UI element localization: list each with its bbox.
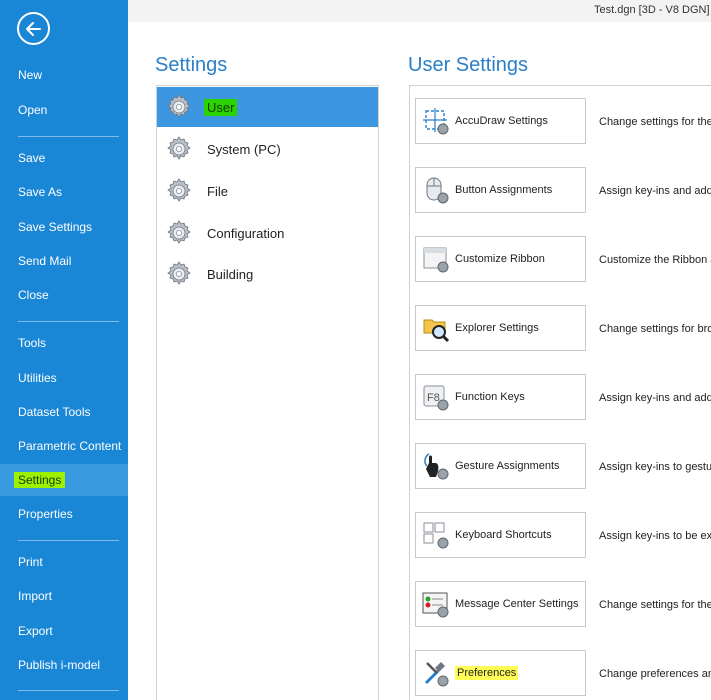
backstage-nav: New Open Save Save As Save Settings Send… bbox=[0, 0, 128, 700]
nav-item-open[interactable]: Open bbox=[0, 94, 128, 126]
nav-item-dataset-tools[interactable]: Dataset Tools bbox=[0, 396, 128, 428]
nav-item-properties[interactable]: Properties bbox=[0, 498, 128, 530]
title-bar: Test.dgn [3D - V8 DGN] - bbox=[128, 0, 711, 22]
gear-icon bbox=[165, 135, 193, 163]
accudraw-settings-description: Change settings for the bbox=[599, 116, 711, 128]
user-settings-heading: User Settings bbox=[408, 54, 529, 76]
explorer-settings-button[interactable]: Explorer Settings bbox=[415, 305, 586, 351]
gesture-assignments-button[interactable]: Gesture Assignments bbox=[415, 443, 586, 489]
message-center-settings-button[interactable]: Message Center Settings bbox=[415, 581, 586, 627]
customize-ribbon-description: Customize the Ribbon a bbox=[599, 254, 711, 266]
nav-item-export[interactable]: Export bbox=[0, 615, 128, 647]
nav-item-publish-i-model[interactable]: Publish i-model bbox=[0, 649, 128, 681]
settings-category-list: User System (PC) File Configuration Buil… bbox=[156, 85, 379, 700]
preferences-description: Change preferences and bbox=[599, 668, 711, 680]
message-center-icon bbox=[422, 592, 449, 618]
nav-item-save-settings[interactable]: Save Settings bbox=[0, 211, 128, 243]
button-assignments-description: Assign key-ins and add bbox=[599, 185, 711, 197]
category-file[interactable]: File bbox=[157, 171, 378, 211]
gesture-icon bbox=[424, 453, 449, 480]
accudraw-icon bbox=[423, 108, 449, 135]
explorer-icon bbox=[423, 319, 450, 343]
preferences-button[interactable]: Preferences bbox=[415, 650, 586, 696]
nav-divider bbox=[18, 136, 119, 137]
nav-divider bbox=[18, 540, 119, 541]
nav-item-save[interactable]: Save bbox=[0, 142, 128, 174]
nav-item-settings[interactable]: Settings bbox=[0, 464, 128, 496]
ribbon-icon bbox=[423, 247, 449, 273]
gear-icon bbox=[165, 177, 193, 205]
button-assignments-button[interactable]: Button Assignments bbox=[415, 167, 586, 213]
explorer-settings-description: Change settings for bro bbox=[599, 323, 711, 335]
svg-text:F8: F8 bbox=[427, 392, 440, 404]
nav-item-close[interactable]: Close bbox=[0, 279, 128, 311]
mouse-icon bbox=[426, 177, 449, 204]
nav-item-import[interactable]: Import bbox=[0, 580, 128, 612]
back-arrow-icon bbox=[25, 21, 41, 36]
customize-ribbon-button[interactable]: Customize Ribbon bbox=[415, 236, 586, 282]
gear-icon bbox=[165, 260, 193, 288]
window-title: Test.dgn [3D - V8 DGN] - bbox=[594, 4, 711, 16]
settings-heading: Settings bbox=[155, 54, 228, 76]
accudraw-settings-button[interactable]: AccuDraw Settings bbox=[415, 98, 586, 144]
nav-item-print[interactable]: Print bbox=[0, 546, 128, 578]
function-key-icon: F8 bbox=[423, 385, 449, 411]
category-configuration[interactable]: Configuration bbox=[157, 213, 378, 253]
nav-item-save-as[interactable]: Save As bbox=[0, 176, 128, 208]
category-user[interactable]: User bbox=[157, 87, 378, 127]
function-keys-description: Assign key-ins and add bbox=[599, 392, 711, 404]
nav-item-parametric-content[interactable]: Parametric Content bbox=[0, 430, 128, 462]
nav-item-new[interactable]: New bbox=[0, 59, 128, 91]
back-button[interactable] bbox=[17, 12, 50, 45]
nav-item-tools[interactable]: Tools bbox=[0, 327, 128, 359]
keyboard-shortcuts-description: Assign key-ins to be exe bbox=[599, 530, 711, 542]
keyboard-icon bbox=[423, 522, 449, 549]
category-building[interactable]: Building bbox=[157, 254, 378, 294]
nav-divider bbox=[18, 690, 119, 691]
preferences-icon bbox=[424, 662, 449, 687]
nav-divider bbox=[18, 321, 119, 322]
keyboard-shortcuts-button[interactable]: Keyboard Shortcuts bbox=[415, 512, 586, 558]
gear-icon bbox=[165, 93, 193, 121]
gesture-assignments-description: Assign key-ins to gestu bbox=[599, 461, 711, 473]
nav-item-send-mail[interactable]: Send Mail bbox=[0, 245, 128, 277]
gear-icon bbox=[165, 219, 193, 247]
message-center-settings-description: Change settings for the bbox=[599, 599, 711, 611]
category-system-pc[interactable]: System (PC) bbox=[157, 129, 378, 169]
user-settings-list: AccuDraw Settings Change settings for th… bbox=[409, 85, 711, 700]
function-keys-button[interactable]: F8 Function Keys bbox=[415, 374, 586, 420]
nav-item-utilities[interactable]: Utilities bbox=[0, 362, 128, 394]
